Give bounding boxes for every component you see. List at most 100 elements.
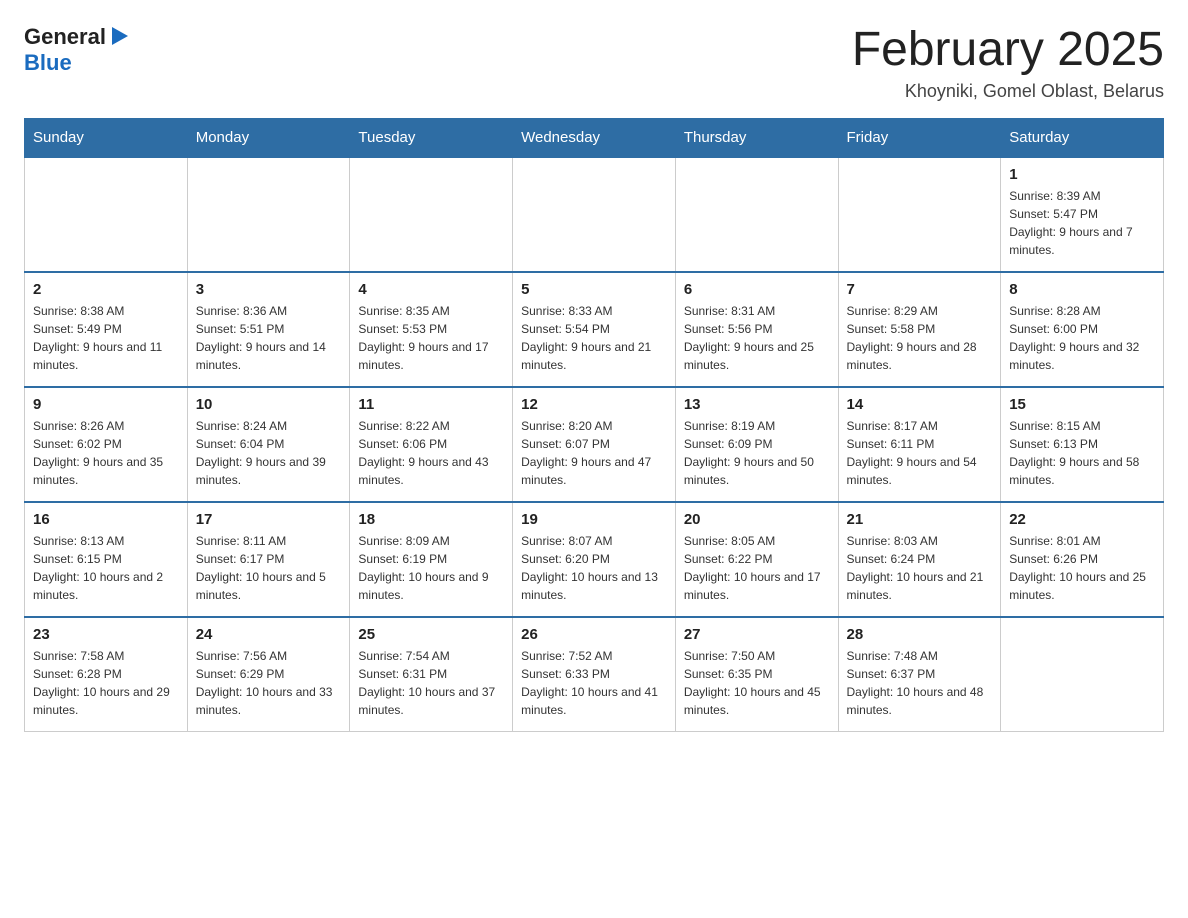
calendar-day-cell: 6Sunrise: 8:31 AMSunset: 5:56 PMDaylight… (675, 272, 838, 387)
day-number: 22 (1009, 511, 1155, 528)
day-info: Sunrise: 8:24 AMSunset: 6:04 PMDaylight:… (196, 417, 342, 489)
day-number: 16 (33, 511, 179, 528)
day-of-week-header: Tuesday (350, 118, 513, 157)
day-info: Sunrise: 8:15 AMSunset: 6:13 PMDaylight:… (1009, 417, 1155, 489)
calendar-day-cell: 3 Sunrise: 8:36 AMSunset: 5:51 PMDaylight… (187, 272, 350, 387)
calendar-day-cell: 17 Sunrise: 8:11 AMSunset: 6:17 PMDayligh… (187, 502, 350, 617)
month-title: February 2025 (852, 24, 1164, 77)
day-info: Sunrise: 7:48 AMSunset: 6:37 PMDaylight:… (847, 647, 993, 719)
calendar-week-row: 2Sunrise: 8:38 AMSunset: 5:49 PMDaylight… (25, 272, 1164, 387)
calendar-week-row: 9Sunrise: 8:26 AMSunset: 6:02 PMDaylight… (25, 387, 1164, 502)
day-info: Sunrise: 8:35 AMSunset: 5:53 PMDaylight:… (358, 302, 504, 374)
logo-blue: Blue (24, 50, 72, 75)
calendar-day-cell: 1 Sunrise: 8:39 AMSunset: 5:47 PMDaylight… (1001, 157, 1164, 272)
day-info: Sunrise: 8:36 AMSunset: 5:51 PMDaylight:… (196, 302, 342, 374)
calendar-day-cell: 20 Sunrise: 8:05 AMSunset: 6:22 PMDayligh… (675, 502, 838, 617)
day-info: Sunrise: 8:01 AMSunset: 6:26 PMDaylight:… (1009, 532, 1155, 604)
day-number: 14 (847, 396, 993, 413)
day-info: Sunrise: 8:28 AMSunset: 6:00 PMDaylight:… (1009, 302, 1155, 374)
calendar-day-cell (513, 157, 676, 272)
day-info: Sunrise: 8:20 AMSunset: 6:07 PMDaylight:… (521, 417, 667, 489)
calendar-day-cell: 12 Sunrise: 8:20 AMSunset: 6:07 PMDayligh… (513, 387, 676, 502)
calendar-day-cell: 10 Sunrise: 8:24 AMSunset: 6:04 PMDayligh… (187, 387, 350, 502)
day-info: Sunrise: 8:39 AMSunset: 5:47 PMDaylight:… (1009, 187, 1155, 259)
day-number: 17 (196, 511, 342, 528)
day-info: Sunrise: 8:11 AMSunset: 6:17 PMDaylight:… (196, 532, 342, 604)
day-number: 8 (1009, 281, 1155, 298)
logo-general: General (24, 24, 106, 50)
day-of-week-header: Saturday (1001, 118, 1164, 157)
day-info: Sunrise: 7:58 AMSunset: 6:28 PMDaylight:… (33, 647, 179, 719)
day-number: 10 (196, 396, 342, 413)
day-info: Sunrise: 8:17 AMSunset: 6:11 PMDaylight:… (847, 417, 993, 489)
day-number: 1 (1009, 166, 1155, 183)
day-info: Sunrise: 7:54 AMSunset: 6:31 PMDaylight:… (358, 647, 504, 719)
calendar-day-cell (187, 157, 350, 272)
calendar-day-cell: 27 Sunrise: 7:50 AMSunset: 6:35 PMDayligh… (675, 617, 838, 732)
day-number: 5 (521, 281, 667, 298)
day-info: Sunrise: 7:56 AMSunset: 6:29 PMDaylight:… (196, 647, 342, 719)
day-info: Sunrise: 7:52 AMSunset: 6:33 PMDaylight:… (521, 647, 667, 719)
day-number: 7 (847, 281, 993, 298)
day-number: 15 (1009, 396, 1155, 413)
calendar-day-cell (1001, 617, 1164, 732)
day-number: 20 (684, 511, 830, 528)
day-number: 19 (521, 511, 667, 528)
day-info: Sunrise: 7:50 AMSunset: 6:35 PMDaylight:… (684, 647, 830, 719)
calendar-day-cell (25, 157, 188, 272)
calendar-week-row: 16 Sunrise: 8:13 AMSunset: 6:15 PMDayligh… (25, 502, 1164, 617)
logo: General Blue (24, 24, 130, 77)
day-number: 21 (847, 511, 993, 528)
calendar-week-row: 1 Sunrise: 8:39 AMSunset: 5:47 PMDaylight… (25, 157, 1164, 272)
location: Khoyniki, Gomel Oblast, Belarus (852, 81, 1164, 102)
calendar-day-cell: 23 Sunrise: 7:58 AMSunset: 6:28 PMDayligh… (25, 617, 188, 732)
day-number: 18 (358, 511, 504, 528)
calendar-day-cell: 7 Sunrise: 8:29 AMSunset: 5:58 PMDaylight… (838, 272, 1001, 387)
day-info: Sunrise: 8:07 AMSunset: 6:20 PMDaylight:… (521, 532, 667, 604)
day-of-week-header: Monday (187, 118, 350, 157)
day-number: 23 (33, 626, 179, 643)
day-number: 11 (358, 396, 504, 413)
day-info: Sunrise: 8:09 AMSunset: 6:19 PMDaylight:… (358, 532, 504, 604)
day-of-week-header: Wednesday (513, 118, 676, 157)
day-number: 13 (684, 396, 830, 413)
day-number: 3 (196, 281, 342, 298)
calendar-week-row: 23 Sunrise: 7:58 AMSunset: 6:28 PMDayligh… (25, 617, 1164, 732)
day-info: Sunrise: 8:03 AMSunset: 6:24 PMDaylight:… (847, 532, 993, 604)
day-number: 12 (521, 396, 667, 413)
calendar-day-cell: 5 Sunrise: 8:33 AMSunset: 5:54 PMDaylight… (513, 272, 676, 387)
calendar-day-cell: 13 Sunrise: 8:19 AMSunset: 6:09 PMDayligh… (675, 387, 838, 502)
day-number: 9 (33, 396, 179, 413)
day-number: 4 (358, 281, 504, 298)
day-number: 24 (196, 626, 342, 643)
calendar-day-cell: 16 Sunrise: 8:13 AMSunset: 6:15 PMDayligh… (25, 502, 188, 617)
day-of-week-header: Sunday (25, 118, 188, 157)
calendar-day-cell (350, 157, 513, 272)
logo-arrow-icon (108, 25, 130, 47)
calendar-day-cell: 18 Sunrise: 8:09 AMSunset: 6:19 PMDayligh… (350, 502, 513, 617)
calendar-day-cell: 15 Sunrise: 8:15 AMSunset: 6:13 PMDayligh… (1001, 387, 1164, 502)
day-info: Sunrise: 8:19 AMSunset: 6:09 PMDaylight:… (684, 417, 830, 489)
calendar-day-cell (838, 157, 1001, 272)
day-info: Sunrise: 8:33 AMSunset: 5:54 PMDaylight:… (521, 302, 667, 374)
calendar-day-cell: 24 Sunrise: 7:56 AMSunset: 6:29 PMDayligh… (187, 617, 350, 732)
day-number: 26 (521, 626, 667, 643)
calendar-day-cell: 11Sunrise: 8:22 AMSunset: 6:06 PMDayligh… (350, 387, 513, 502)
day-info: Sunrise: 8:05 AMSunset: 6:22 PMDaylight:… (684, 532, 830, 604)
calendar: SundayMondayTuesdayWednesdayThursdayFrid… (24, 118, 1164, 732)
calendar-header-row: SundayMondayTuesdayWednesdayThursdayFrid… (25, 118, 1164, 157)
calendar-day-cell: 25 Sunrise: 7:54 AMSunset: 6:31 PMDayligh… (350, 617, 513, 732)
day-number: 27 (684, 626, 830, 643)
calendar-day-cell: 19 Sunrise: 8:07 AMSunset: 6:20 PMDayligh… (513, 502, 676, 617)
day-info: Sunrise: 8:13 AMSunset: 6:15 PMDaylight:… (33, 532, 179, 604)
day-info: Sunrise: 8:29 AMSunset: 5:58 PMDaylight:… (847, 302, 993, 374)
calendar-day-cell: 2Sunrise: 8:38 AMSunset: 5:49 PMDaylight… (25, 272, 188, 387)
calendar-day-cell: 28Sunrise: 7:48 AMSunset: 6:37 PMDayligh… (838, 617, 1001, 732)
day-number: 25 (358, 626, 504, 643)
day-number: 6 (684, 281, 830, 298)
calendar-day-cell: 26 Sunrise: 7:52 AMSunset: 6:33 PMDayligh… (513, 617, 676, 732)
calendar-day-cell: 4 Sunrise: 8:35 AMSunset: 5:53 PMDaylight… (350, 272, 513, 387)
calendar-day-cell: 14 Sunrise: 8:17 AMSunset: 6:11 PMDayligh… (838, 387, 1001, 502)
header-right: February 2025 Khoyniki, Gomel Oblast, Be… (852, 24, 1164, 102)
day-of-week-header: Friday (838, 118, 1001, 157)
